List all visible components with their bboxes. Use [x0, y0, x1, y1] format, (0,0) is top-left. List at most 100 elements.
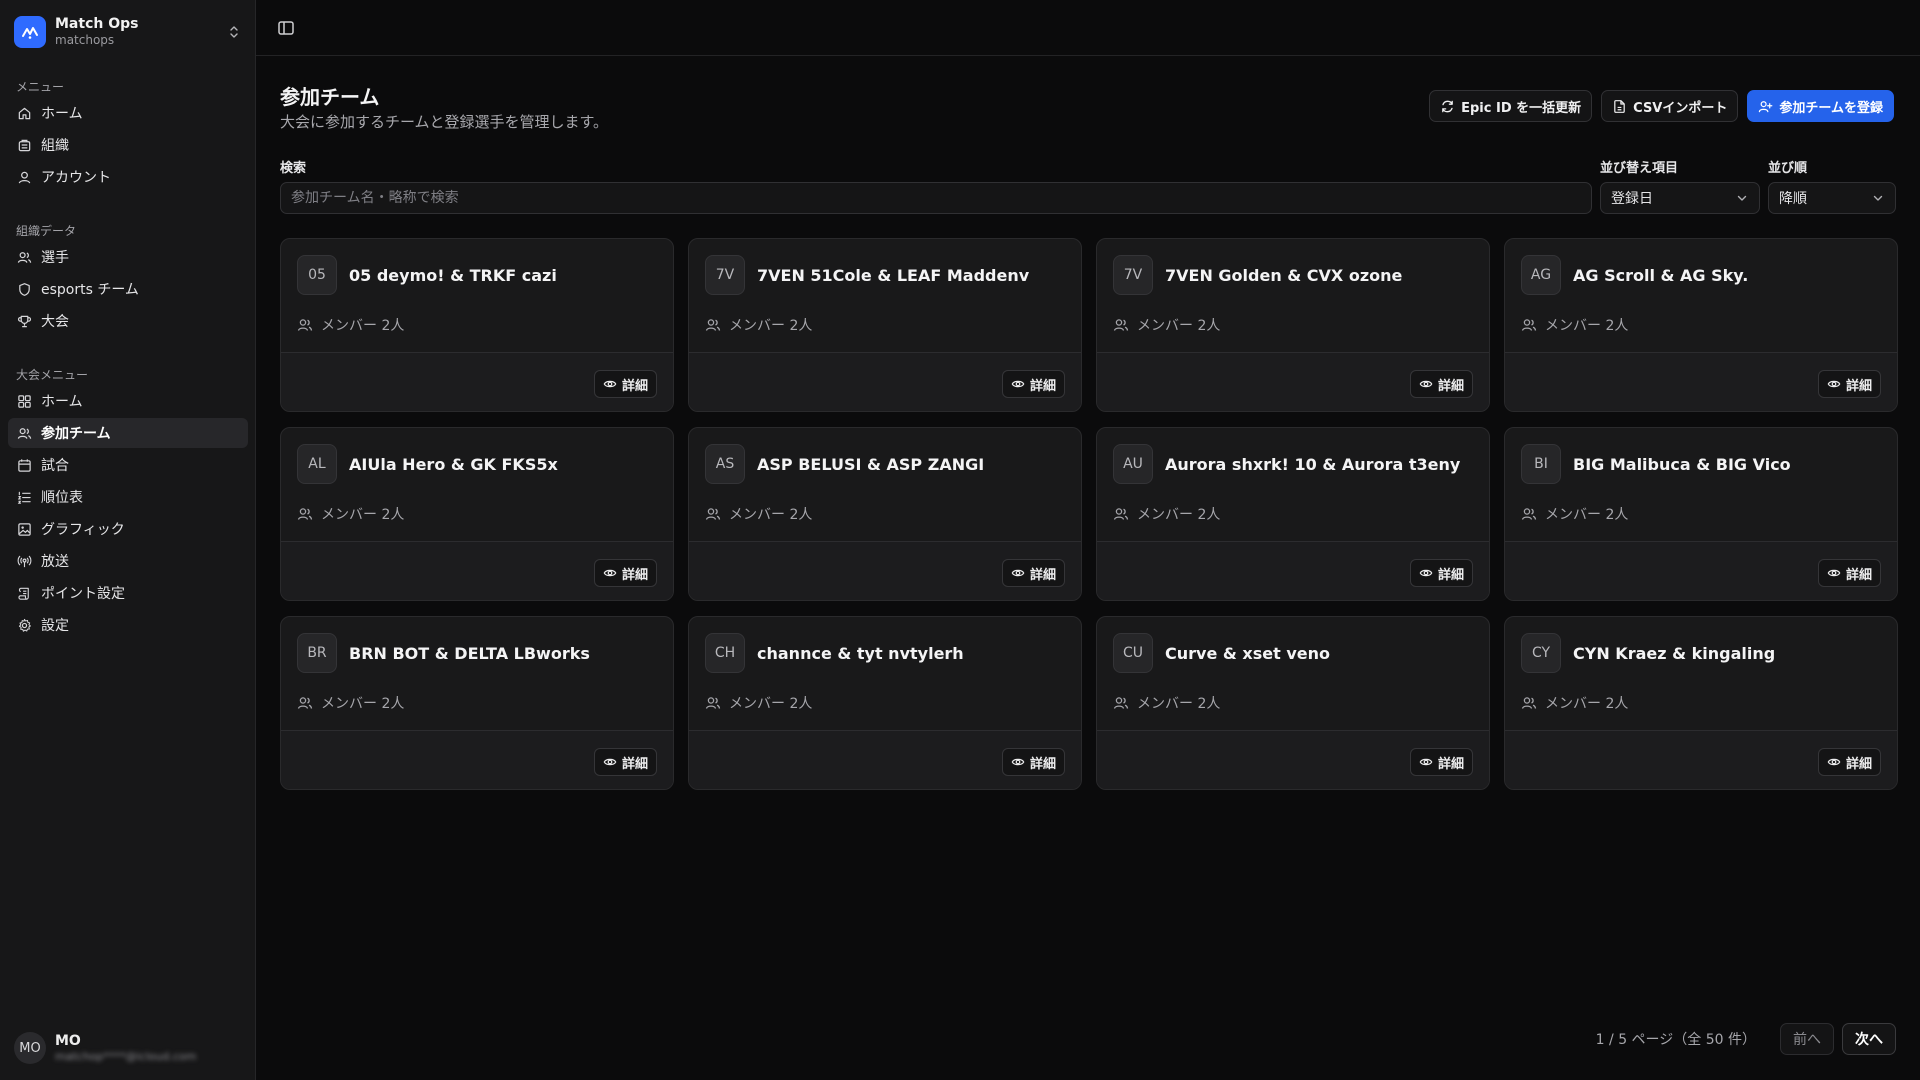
search-label: 検索	[280, 161, 307, 176]
button-label: 詳細	[1029, 756, 1056, 772]
sidebar-item-graphics[interactable]: グラフィック	[8, 514, 248, 544]
team-card[interactable]: AU Aurora shxrk! 10 & Aurora t3eny メンバー 2…	[1096, 427, 1490, 601]
team-card[interactable]: CY CYN Kraez & kingaling メンバー 2人 詳細	[1504, 616, 1898, 790]
detail-button[interactable]: 詳細	[593, 559, 657, 587]
user-email: matchop****@icloud.com	[55, 1049, 197, 1063]
sidebar-item-label: ホーム	[41, 394, 83, 410]
next-page-button[interactable]: 次へ	[1842, 1023, 1896, 1055]
sidebar-item-esports-teams[interactable]: esports チーム	[8, 274, 248, 304]
calendar-icon	[17, 458, 32, 473]
button-label: 詳細	[1845, 756, 1872, 772]
team-card[interactable]: CU Curve & xset veno メンバー 2人 詳細	[1096, 616, 1490, 790]
team-card[interactable]: 05 05 deymo! & TRKF cazi メンバー 2人 詳細	[280, 238, 674, 412]
users-icon	[1521, 506, 1537, 522]
sidebar-item-matches[interactable]: 試合	[8, 450, 248, 480]
page-title: 参加チーム	[280, 85, 380, 109]
eye-icon	[1827, 755, 1841, 769]
team-card[interactable]: 7V 7VEN Golden & CVX ozone メンバー 2人 詳細	[1096, 238, 1490, 412]
sidebar-item-organization[interactable]: 組織	[8, 130, 248, 160]
search-input[interactable]	[280, 182, 1592, 214]
team-name: 7VEN 51Cole & LEAF Maddenv	[757, 265, 1030, 285]
eye-icon	[1827, 566, 1841, 580]
users-icon	[1521, 695, 1537, 711]
team-card[interactable]: AS ASP BELUSI & ASP ZANGI メンバー 2人 詳細	[688, 427, 1082, 601]
sidebar-item-label: 選手	[41, 250, 69, 266]
detail-button[interactable]: 詳細	[1409, 748, 1473, 776]
page-subtitle: 大会に参加するチームと登録選手を管理します。	[280, 113, 609, 131]
team-avatar: 7V	[1113, 255, 1153, 295]
sidebar-item-point-settings[interactable]: ポイント設定	[8, 578, 248, 608]
shield-icon	[17, 282, 32, 297]
team-name: AG Scroll & AG Sky.	[1573, 265, 1749, 285]
group-label: 大会メニュー	[16, 368, 89, 382]
member-count: メンバー 2人	[1545, 507, 1629, 523]
broadcast-icon	[17, 554, 32, 569]
detail-button[interactable]: 詳細	[1817, 748, 1881, 776]
sort-order-select[interactable]: 降順	[1768, 182, 1896, 214]
team-name: BIG Malibuca & BIG Vico	[1573, 454, 1791, 474]
eye-icon	[603, 377, 617, 391]
team-card[interactable]: AL AIUla Hero & GK FKS5x メンバー 2人 詳細	[280, 427, 674, 601]
gear-icon	[17, 618, 32, 633]
sidebar-item-home[interactable]: ホーム	[8, 98, 248, 128]
team-card[interactable]: BI BIG Malibuca & BIG Vico メンバー 2人 詳細	[1504, 427, 1898, 601]
nav-group-org-data: 組織データ 選手 esports チーム 大会	[8, 222, 248, 336]
detail-button[interactable]: 詳細	[1409, 559, 1473, 587]
eye-icon	[1419, 377, 1433, 391]
pagination: 1 / 5 ページ（全 50 件） 前へ 次へ	[1596, 1023, 1896, 1055]
member-count: メンバー 2人	[321, 507, 405, 523]
match-ops-logo-icon	[14, 16, 46, 48]
detail-button[interactable]: 詳細	[1001, 748, 1065, 776]
csv-import-button[interactable]: CSVインポート	[1601, 90, 1739, 122]
sidebar-item-label: 放送	[41, 554, 69, 570]
member-count: メンバー 2人	[1137, 318, 1221, 334]
users-icon	[297, 695, 313, 711]
bulk-update-epic-id-button[interactable]: Epic ID を一括更新	[1429, 90, 1593, 122]
sort-field-select[interactable]: 登録日	[1600, 182, 1760, 214]
workspace-switcher[interactable]: Match Ops matchops	[14, 14, 242, 50]
team-name: ASP BELUSI & ASP ZANGI	[757, 454, 985, 474]
select-value: 降順	[1779, 191, 1807, 207]
users-icon	[1113, 506, 1129, 522]
team-name: CYN Kraez & kingaling	[1573, 643, 1776, 663]
users-icon	[297, 317, 313, 333]
button-label: 詳細	[1437, 567, 1464, 583]
sidebar-item-tournament-home[interactable]: ホーム	[8, 386, 248, 416]
sidebar-item-participating-teams[interactable]: 参加チーム	[8, 418, 248, 448]
detail-button[interactable]: 詳細	[1409, 370, 1473, 398]
member-count: メンバー 2人	[1545, 696, 1629, 712]
detail-button[interactable]: 詳細	[1001, 370, 1065, 398]
sidebar-item-broadcast[interactable]: 放送	[8, 546, 248, 576]
register-team-button[interactable]: 参加チームを登録	[1747, 90, 1894, 122]
sidebar-item-settings[interactable]: 設定	[8, 610, 248, 640]
prev-page-button[interactable]: 前へ	[1780, 1023, 1834, 1055]
detail-button[interactable]: 詳細	[1817, 370, 1881, 398]
team-card[interactable]: BR BRN BOT & DELTA LBworks メンバー 2人 詳細	[280, 616, 674, 790]
main-content: 参加チーム 大会に参加するチームと登録選手を管理します。 Epic ID を一括…	[256, 57, 1920, 1080]
button-label: 参加チームを登録	[1779, 100, 1883, 116]
member-count: メンバー 2人	[321, 696, 405, 712]
team-name: Curve & xset veno	[1165, 643, 1330, 663]
team-card[interactable]: AG AG Scroll & AG Sky. メンバー 2人 詳細	[1504, 238, 1898, 412]
team-avatar: AS	[705, 444, 745, 484]
eye-icon	[603, 566, 617, 580]
sidebar-item-label: グラフィック	[41, 522, 125, 538]
team-card[interactable]: CH channce & tyt nvtylerh メンバー 2人 詳細	[688, 616, 1082, 790]
sidebar-item-standings[interactable]: 順位表	[8, 482, 248, 512]
chevrons-up-down-icon	[226, 24, 242, 40]
team-card[interactable]: 7V 7VEN 51Cole & LEAF Maddenv メンバー 2人 詳細	[688, 238, 1082, 412]
sidebar-item-players[interactable]: 選手	[8, 242, 248, 272]
button-label: 詳細	[1437, 756, 1464, 772]
sidebar-item-label: 大会	[41, 314, 69, 330]
app-name: Match Ops	[55, 15, 139, 32]
sidebar-item-tournaments[interactable]: 大会	[8, 306, 248, 336]
detail-button[interactable]: 詳細	[1817, 559, 1881, 587]
sidebar-toggle-icon[interactable]	[276, 18, 296, 38]
user-menu[interactable]: MO MO matchop****@icloud.com	[14, 1030, 242, 1066]
detail-button[interactable]: 詳細	[593, 370, 657, 398]
detail-button[interactable]: 詳細	[1001, 559, 1065, 587]
member-count: メンバー 2人	[729, 696, 813, 712]
sidebar-item-account[interactable]: アカウント	[8, 162, 248, 192]
eye-icon	[603, 755, 617, 769]
detail-button[interactable]: 詳細	[593, 748, 657, 776]
